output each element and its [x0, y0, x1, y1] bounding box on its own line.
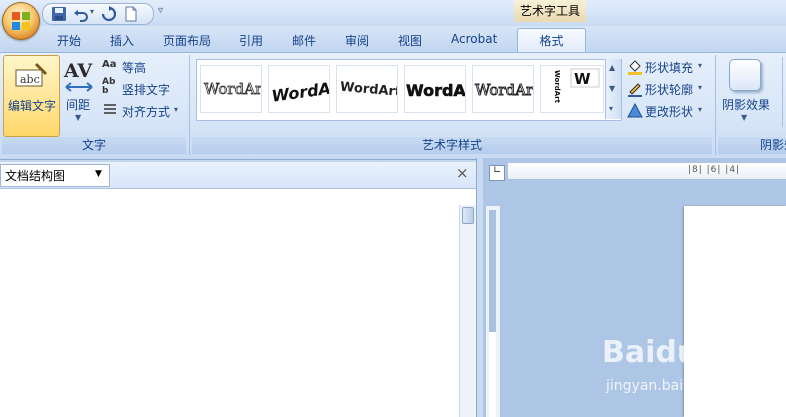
shadow-effects-label: 阴影效果: [722, 98, 771, 112]
baidu-logo: Baidu 经验 jingyan.baidu.com: [602, 331, 784, 394]
spacing-label: 间距: [66, 98, 91, 112]
gallery-more-icon[interactable]: ▾: [609, 104, 613, 113]
redo-icon[interactable]: [101, 6, 117, 22]
vertical-text-icon: Ab b: [102, 77, 116, 96]
wordart-sample-5: WordArt: [475, 81, 533, 99]
wordart-style-4[interactable]: WordArt: [404, 65, 466, 113]
vertical-text-button[interactable]: Ab b 竖排文字: [102, 77, 187, 98]
quick-access-toolbar: ▾: [42, 3, 154, 25]
shape-outline-dropdown-icon: ▾: [698, 83, 703, 92]
wordart-style-6[interactable]: WordArt W: [540, 65, 604, 113]
document-map-selector-value: 文档结构图: [5, 169, 66, 183]
tab-mailings[interactable]: 邮件: [292, 32, 316, 49]
shadow-effects-button[interactable]: 阴影效果 ▼: [719, 57, 775, 133]
svg-text:W: W: [574, 70, 591, 88]
svg-text:经验: 经验: [736, 340, 784, 368]
save-icon[interactable]: [51, 6, 67, 22]
spacing-button[interactable]: AV 间距 ▼: [62, 57, 96, 127]
document-map-selector[interactable]: 文档结构图 ▼: [0, 164, 110, 187]
undo-icon[interactable]: [73, 6, 89, 22]
group-separator: [715, 55, 716, 155]
vertical-ruler[interactable]: [486, 206, 501, 417]
context-tab-title: 艺术字工具: [514, 0, 586, 22]
shadow-dropdown-icon: ▼: [741, 113, 748, 122]
document-map-pane: [0, 162, 476, 417]
scrollbar-thumb[interactable]: [462, 207, 474, 224]
even-height-button[interactable]: Aa 等高: [102, 58, 187, 76]
text-group-label: 文字: [2, 137, 186, 154]
horizontal-ruler[interactable]: |8| |6| |4|: [508, 163, 786, 180]
even-height-icon: Aa: [102, 59, 117, 70]
shadow-icon: [729, 59, 761, 91]
shadow-group-label: 阴影效: [718, 137, 786, 154]
alignment-button[interactable]: 对齐方式 ▾: [102, 102, 187, 120]
edit-text-label: 编辑文字: [8, 99, 57, 113]
edit-text-icon: abc: [15, 62, 48, 87]
paint-bucket-icon: [628, 60, 642, 75]
gallery-up-icon[interactable]: ▲: [609, 63, 615, 72]
tab-format[interactable]: 格式: [517, 28, 586, 54]
alignment-dropdown-icon: ▾: [174, 105, 179, 114]
wordart-styles-group-label: 艺术字样式: [192, 137, 712, 154]
shape-fill-label: 形状填充: [645, 61, 694, 75]
left-tab-icon: ∟: [493, 165, 502, 176]
change-shape-label: 更改形状: [645, 105, 694, 119]
shape-fill-button[interactable]: 形状填充 ▾: [626, 58, 712, 76]
svg-text:AV: AV: [63, 60, 93, 82]
wordart-style-2[interactable]: WordArt: [268, 65, 330, 113]
tab-home[interactable]: 开始: [57, 32, 81, 49]
customize-toolbar-icon[interactable]: ▿: [158, 5, 163, 16]
shape-fill-dropdown-icon: ▾: [698, 61, 703, 70]
wordart-sample-2: WordArt: [270, 76, 329, 105]
office-logo-icon: [12, 12, 30, 30]
shape-outline-label: 形状轮廓: [645, 83, 694, 97]
horizontal-ruler-marks: |8| |6| |4|: [688, 165, 741, 175]
change-shape-dropdown-icon: ▾: [698, 105, 703, 114]
edit-text-button[interactable]: abc 编辑文字: [3, 55, 60, 137]
vertical-ruler-margin: [489, 210, 496, 332]
close-icon[interactable]: ×: [456, 164, 469, 182]
align-icon: [104, 104, 116, 114]
change-shape-icon: [627, 103, 643, 118]
gallery-scrollbar[interactable]: ▲ ▼ ▾: [605, 59, 621, 119]
wordart-style-1[interactable]: WordArt: [200, 65, 262, 113]
tab-selector[interactable]: ∟: [489, 165, 505, 181]
wordart-style-5[interactable]: WordArt: [472, 65, 534, 113]
svg-text:Baidu: Baidu: [602, 335, 698, 370]
undo-dropdown-icon[interactable]: ▾: [90, 7, 94, 16]
svg-text:abc: abc: [20, 73, 40, 86]
tab-acrobat[interactable]: Acrobat: [451, 32, 497, 46]
office-button[interactable]: [2, 2, 40, 40]
change-shape-button[interactable]: 更改形状 ▾: [626, 102, 712, 120]
tab-view[interactable]: 视图: [398, 32, 422, 49]
vertical-ruler-body: [489, 332, 496, 417]
tab-insert[interactable]: 插入: [110, 32, 134, 49]
spacing-dropdown-icon: ▼: [75, 113, 82, 122]
chevron-down-icon: ▼: [95, 169, 102, 179]
alignment-label: 对齐方式: [122, 105, 171, 119]
group-separator: [782, 57, 783, 127]
tab-review[interactable]: 审阅: [345, 32, 369, 49]
vertical-text-label: 竖排文字: [122, 83, 171, 97]
wordart-sample-3: WordArt: [339, 80, 397, 100]
wordart-style-3[interactable]: WordArt: [336, 65, 398, 113]
pencil-icon: [628, 83, 642, 97]
wordart-sample-1: WordArt: [204, 80, 261, 98]
baidu-jingyan-watermark: Baidu 经验 jingyan.baidu.com: [600, 328, 786, 408]
gallery-down-icon[interactable]: ▼: [609, 84, 615, 93]
character-spacing-icon: AV: [63, 60, 93, 92]
tab-references[interactable]: 引用: [239, 32, 263, 49]
shape-outline-button[interactable]: 形状轮廓 ▾: [626, 80, 712, 98]
group-separator: [189, 55, 190, 155]
wordart-sample-6: WordArt: [553, 70, 561, 104]
new-document-icon[interactable]: [123, 6, 139, 22]
svg-text:jingyan.baidu.com: jingyan.baidu.com: [605, 378, 735, 394]
wordart-sample-4: WordArt: [406, 81, 465, 100]
even-height-label: 等高: [122, 61, 147, 75]
document-map-scrollbar[interactable]: [459, 205, 476, 417]
tab-page-layout[interactable]: 页面布局: [163, 32, 211, 49]
